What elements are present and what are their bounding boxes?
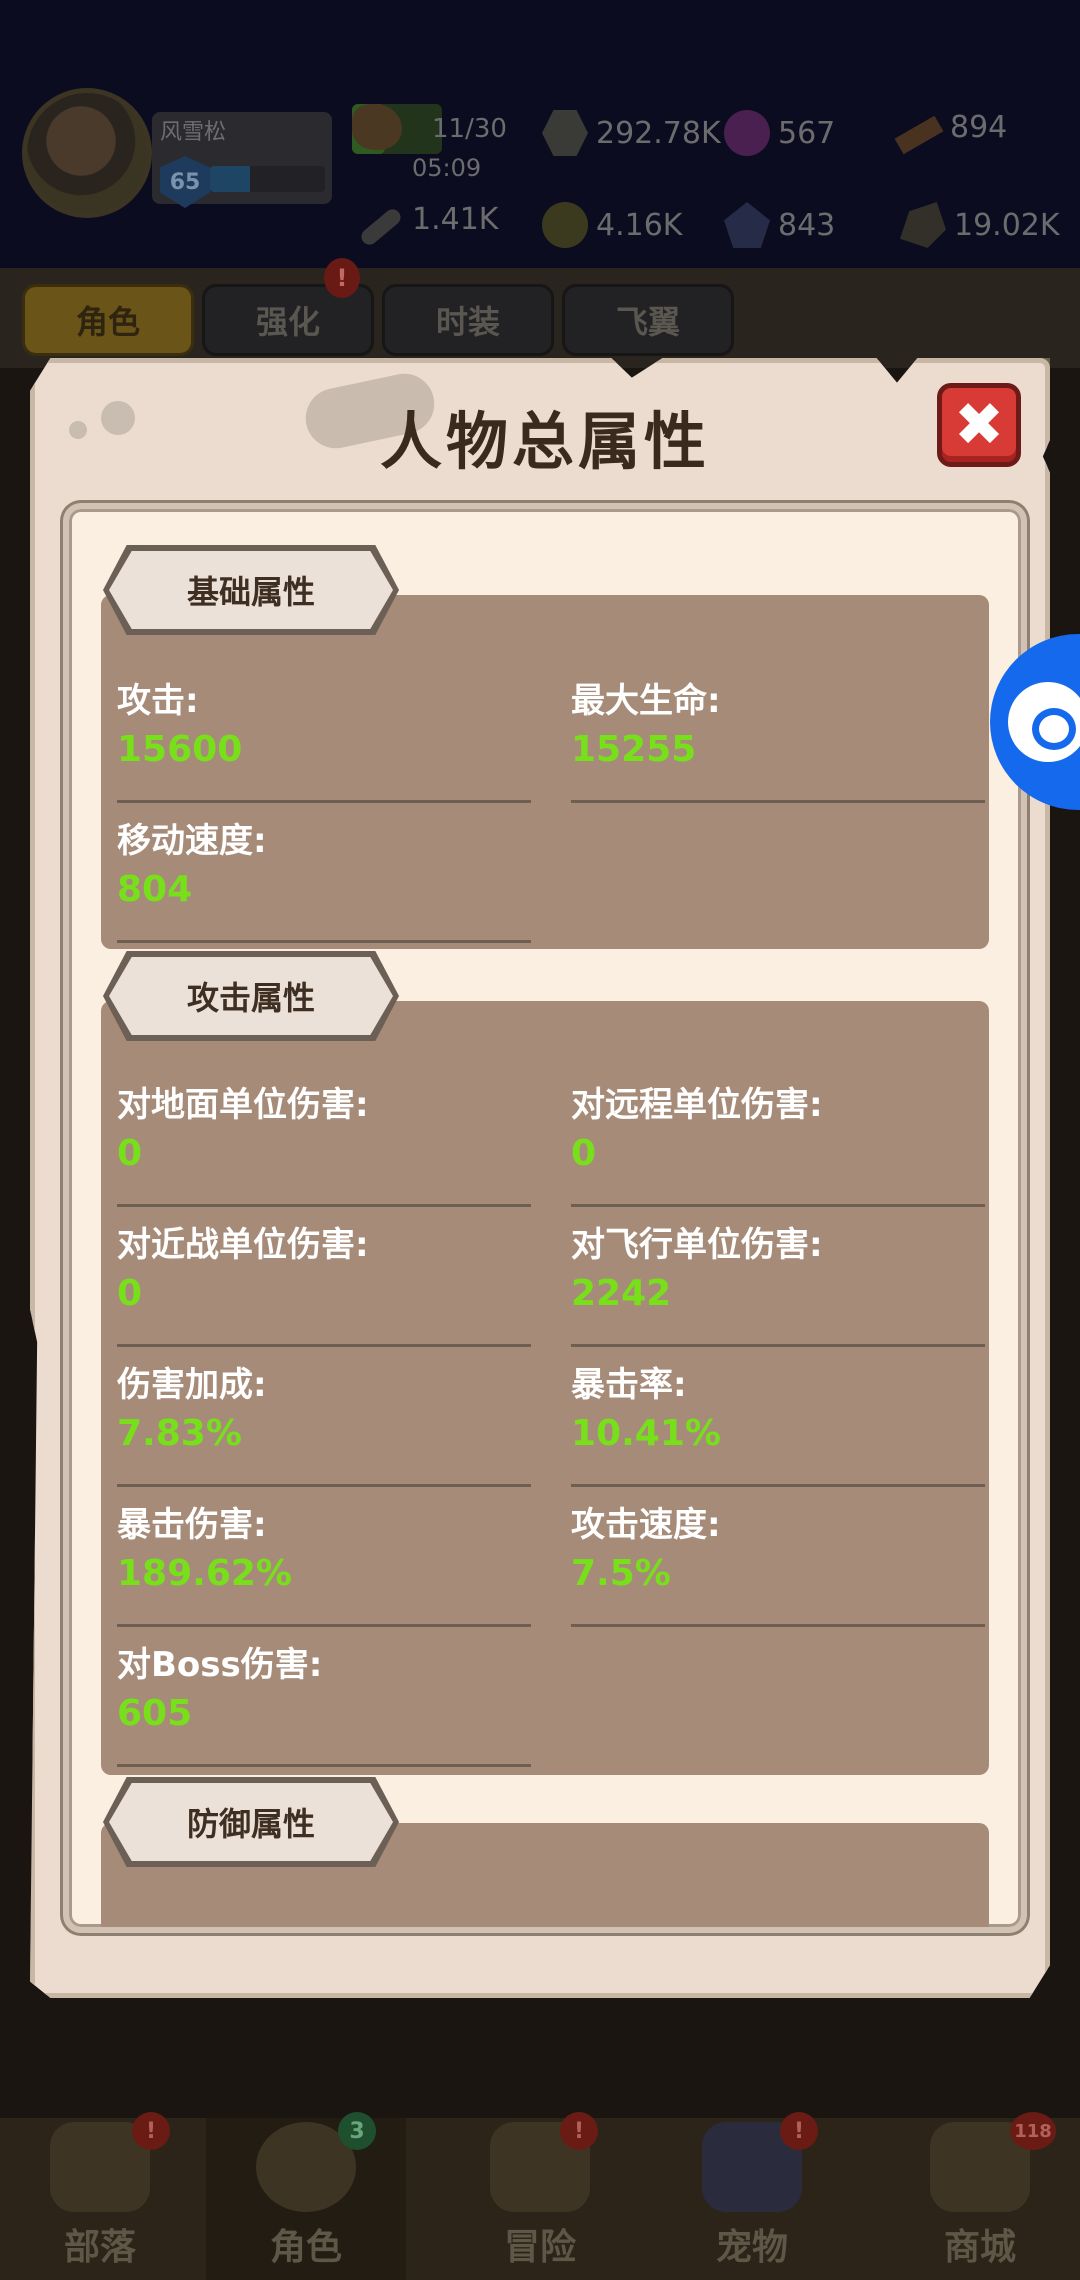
ore-value: 19.02K — [954, 207, 1060, 243]
crystal-resource[interactable]: 843 — [724, 202, 835, 248]
stat-label: 对飞行单位伤害: — [571, 1225, 823, 1265]
wood-resource[interactable]: 894 — [894, 110, 1008, 154]
crystal-icon — [724, 202, 770, 248]
basic-attributes-title: 基础属性 — [109, 551, 393, 629]
tab-fashion[interactable]: 时装 — [382, 284, 554, 356]
nav-shop-label: 商城 — [943, 2227, 1016, 2268]
stamina-count: 11/30 — [432, 114, 507, 144]
stat-crit-rate: 暴击率: 10.41% — [571, 1357, 985, 1487]
stat-ranged-damage: 对远程单位伤害: 0 — [571, 1077, 985, 1207]
stat-boss-damage: 对Boss伤害: 605 — [117, 1637, 531, 1767]
stat-value: 15600 — [117, 729, 243, 770]
stat-label: 暴击率: — [571, 1365, 687, 1405]
tab-enhance-alert-badge: ! — [324, 258, 360, 298]
stat-label: 对地面单位伤害: — [117, 1085, 369, 1125]
stat-move-speed: 移动速度: 804 — [117, 813, 531, 943]
nav-tribe[interactable]: 部落 — [0, 2118, 200, 2280]
nav-pet-badge: ! — [780, 2112, 818, 2150]
stat-value: 0 — [571, 1133, 597, 1174]
nav-tribe-badge: ! — [132, 2112, 170, 2150]
gold-value: 292.78K — [596, 115, 721, 151]
stat-value: 0 — [117, 1273, 143, 1314]
stat-label: 攻击: — [117, 681, 199, 721]
stat-value: 189.62% — [117, 1553, 292, 1594]
basic-attributes-section: 攻击: 15600 最大生命: 15255 移动速度: 804 — [101, 595, 989, 949]
stat-label: 对近战单位伤害: — [117, 1225, 369, 1265]
crystal-value: 843 — [778, 207, 836, 243]
attack-attributes-title: 攻击属性 — [109, 957, 393, 1035]
stat-value: 15255 — [571, 729, 697, 770]
stat-flying-damage: 对飞行单位伤害: 2242 — [571, 1217, 985, 1347]
coin-icon — [542, 202, 588, 248]
bone-resource[interactable]: 1.41K — [358, 202, 499, 248]
coin-value: 4.16K — [596, 207, 683, 243]
stat-label: 对Boss伤害: — [117, 1645, 323, 1685]
stat-label: 最大生命: — [571, 681, 721, 721]
ore-icon — [900, 202, 946, 248]
stat-value: 804 — [117, 869, 193, 910]
nav-character-label: 角色 — [269, 2227, 342, 2268]
stamina-timer: 05:09 — [412, 154, 482, 182]
total-attributes-dialog: 人物总属性 ✖ 攻击: 15600 最大生命: 15255 移动速度: 804 … — [30, 358, 1050, 1998]
stat-attack-speed: 攻击速度: 7.5% — [571, 1497, 985, 1627]
ore-resource[interactable]: 19.02K — [900, 202, 1060, 248]
wood-value: 894 — [950, 110, 1008, 145]
meat-icon — [352, 104, 402, 150]
stat-ground-damage: 对地面单位伤害: 0 — [117, 1077, 531, 1207]
stat-attack: 攻击: 15600 — [117, 673, 531, 803]
gold-resource[interactable]: 292.78K — [542, 110, 721, 156]
player-avatar[interactable] — [22, 88, 152, 218]
stat-value: 10.41% — [571, 1413, 721, 1454]
dialog-title: 人物总属性 — [379, 405, 710, 478]
stat-label: 暴击伤害: — [117, 1505, 267, 1545]
stat-value: 7.5% — [571, 1553, 671, 1594]
nav-shop-badge: 118 — [1010, 2112, 1056, 2150]
nav-pet-label: 宠物 — [715, 2227, 788, 2268]
stat-value: 2242 — [571, 1273, 672, 1314]
nav-character-badge: 3 — [338, 2112, 376, 2150]
gamepad-icon — [1008, 682, 1080, 762]
stat-label: 对远程单位伤害: — [571, 1085, 823, 1125]
player-name: 风雪松 — [160, 120, 227, 145]
tab-character[interactable]: 角色 — [22, 284, 194, 356]
stat-max-hp: 最大生命: 15255 — [571, 673, 985, 803]
nav-adventure-label: 冒险 — [503, 2227, 576, 2268]
xp-bar-fill — [210, 166, 251, 192]
nav-adventure[interactable]: 冒险 — [440, 2118, 640, 2280]
stat-melee-damage: 对近战单位伤害: 0 — [117, 1217, 531, 1347]
nav-character[interactable]: 角色 — [206, 2118, 406, 2280]
defense-attributes-title: 防御属性 — [109, 1783, 393, 1861]
nav-tribe-label: 部落 — [63, 2227, 136, 2268]
stat-label: 伤害加成: — [117, 1365, 267, 1405]
gem-value: 567 — [778, 115, 836, 151]
stat-value: 0 — [117, 1133, 143, 1174]
close-button[interactable]: ✖ — [937, 383, 1021, 467]
attack-attributes-section: 对地面单位伤害: 0 对远程单位伤害: 0 对近战单位伤害: 0 对飞行单位伤害… — [101, 1001, 989, 1775]
coin-resource[interactable]: 4.16K — [542, 202, 682, 248]
gem-icon — [724, 110, 770, 156]
attributes-panel[interactable]: 攻击: 15600 最大生命: 15255 移动速度: 804 基础属性 对地面… — [63, 503, 1027, 1933]
gold-icon — [542, 110, 588, 156]
stat-value: 605 — [117, 1693, 193, 1734]
stat-label: 攻击速度: — [571, 1505, 721, 1545]
stat-damage-bonus: 伤害加成: 7.83% — [117, 1357, 531, 1487]
nav-pet[interactable]: 宠物 — [652, 2118, 852, 2280]
nav-adventure-badge: ! — [560, 2112, 598, 2150]
stat-crit-damage: 暴击伤害: 189.62% — [117, 1497, 531, 1627]
xp-bar — [210, 166, 325, 192]
stat-label: 移动速度: — [117, 821, 267, 861]
bone-value: 1.41K — [412, 202, 499, 237]
tab-wings[interactable]: 飞翼 — [562, 284, 734, 356]
stat-value: 7.83% — [117, 1413, 242, 1454]
gem-resource[interactable]: 567 — [724, 110, 835, 156]
